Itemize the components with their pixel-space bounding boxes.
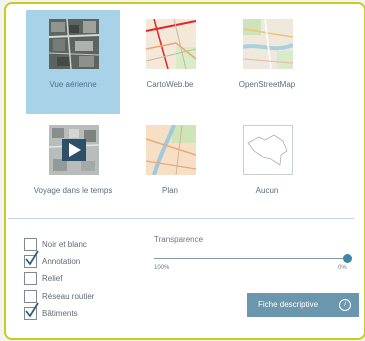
- basemap-tile-cartoweb[interactable]: CartoWeb.be: [123, 10, 217, 114]
- fiche-descriptive-label: Fiche descriptive: [258, 300, 319, 309]
- transparency-slider-track[interactable]: [154, 258, 351, 259]
- aerial-photo-thumbnail: [49, 19, 99, 69]
- basemap-tile-plan[interactable]: Plan: [123, 116, 217, 220]
- transparency-slider-handle[interactable]: [343, 254, 352, 263]
- tile-label: Vue aérienne: [49, 80, 97, 89]
- tile-label: CartoWeb.be: [146, 80, 194, 89]
- belgium-outline-thumbnail: [243, 125, 293, 175]
- basemap-tile-openstreetmap[interactable]: OpenStreetMap: [220, 10, 314, 114]
- option-label: Annotation: [42, 257, 81, 266]
- tile-label: OpenStreetMap: [238, 80, 296, 89]
- basemap-tile-aerial[interactable]: Vue aérienne: [26, 10, 120, 114]
- section-divider: [8, 218, 354, 219]
- tile-label: Aucun: [255, 186, 279, 195]
- transparency-min-label: 100%: [154, 265, 170, 271]
- info-icon: i: [339, 299, 351, 311]
- checkbox-relief[interactable]: [24, 272, 37, 285]
- plan-map-thumbnail: [146, 125, 196, 175]
- option-label: Noir et blanc: [42, 240, 87, 249]
- basemap-tile-time-travel[interactable]: Voyage dans le temps: [26, 116, 120, 220]
- option-label: Réseau routier: [42, 292, 95, 301]
- tile-label: Voyage dans le temps: [33, 186, 113, 195]
- checkmark-icon: [25, 250, 39, 266]
- checkmark-icon: [25, 302, 39, 318]
- option-label: Bâtiments: [42, 309, 78, 318]
- basemap-tile-none[interactable]: Aucun: [220, 116, 314, 220]
- transparency-max-label: 0%: [338, 265, 347, 271]
- cartoweb-map-thumbnail: [146, 19, 196, 69]
- option-label: Relief: [42, 274, 63, 283]
- openstreetmap-thumbnail: [243, 19, 293, 69]
- tile-label: Plan: [161, 186, 178, 195]
- time-travel-play-thumbnail: [49, 125, 99, 175]
- fiche-descriptive-button[interactable]: Fiche descriptive i: [247, 293, 359, 317]
- transparency-title: Transparence: [154, 235, 204, 244]
